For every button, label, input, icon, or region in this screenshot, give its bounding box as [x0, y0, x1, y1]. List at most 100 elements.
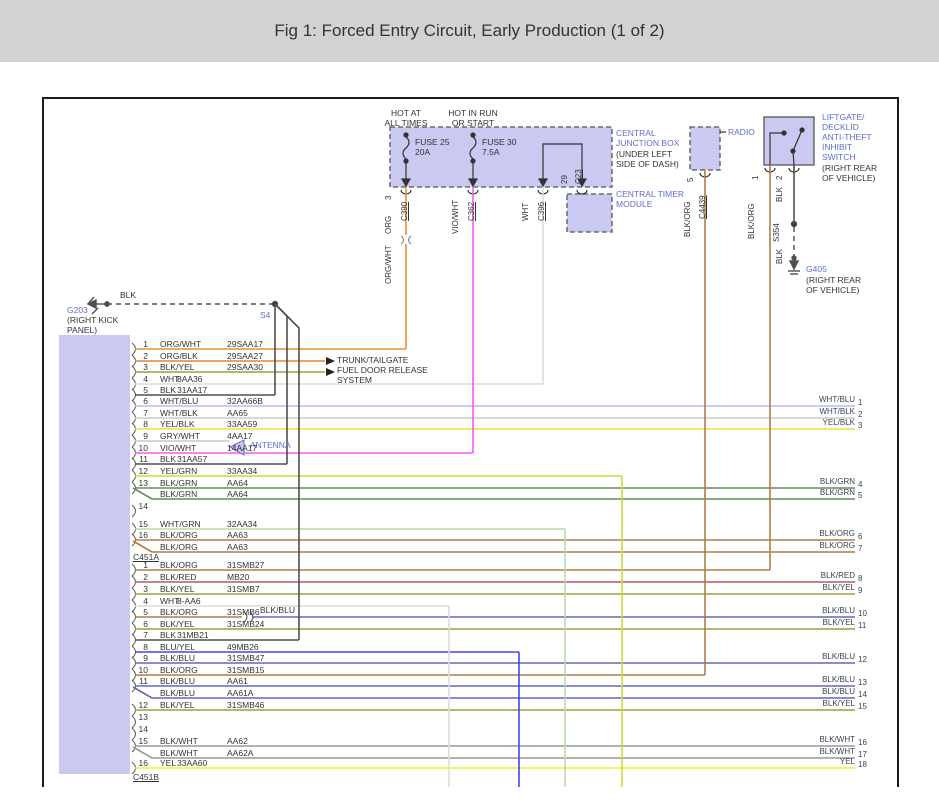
figure-title: Fig 1: Forced Entry Circuit, Early Produ…	[274, 21, 664, 41]
connector-label-c23: C23	[574, 169, 584, 184]
wire-color-label: BLK/BLU	[160, 653, 195, 663]
pin-number: 8	[132, 419, 148, 429]
wire-color-label: BLK/ORG	[160, 542, 198, 552]
wire-color-label: BLK/YEL	[160, 619, 195, 629]
wire-circuit-label: AA63	[227, 530, 248, 540]
wire-circuit-label: 31SMB7	[227, 584, 260, 594]
wire-circuit-label: 31SMB6	[227, 607, 260, 617]
wire-color-label: YEL	[160, 758, 176, 768]
edge-wire-number: 9	[858, 586, 862, 596]
liftgate-pin2: 2	[775, 176, 785, 180]
liftgate-location: OF VEHICLE)	[822, 173, 875, 183]
wire-color-label: YEL/BLK	[160, 419, 195, 429]
wire-circuit-label: 31AA57	[177, 454, 207, 464]
wire-color-label: BLK/WHT	[160, 736, 198, 746]
edge-wire-label: BLK/ORG	[745, 529, 855, 539]
edge-wire-number: 6	[858, 532, 862, 542]
edge-wire-number: 15	[858, 702, 867, 712]
pin-number: 12	[132, 466, 148, 476]
pin-number: 14	[132, 501, 148, 511]
edge-wire-number: 3	[858, 421, 862, 431]
power-source-label: OR START	[441, 118, 505, 128]
pin-number: 4	[132, 374, 148, 384]
wire-color-label: GRY/WHT	[160, 431, 200, 441]
wire-color-label: BLK	[160, 454, 176, 464]
edge-wire-number: 2	[858, 410, 862, 420]
wire-circuit-label: 29SAA30	[227, 362, 263, 372]
fuse25-name: FUSE 25	[415, 137, 450, 147]
wire-color-label: BLK/WHT	[160, 748, 198, 758]
wire-color-label: ORG/WHT	[160, 339, 201, 349]
wire-color-label: BLK	[160, 385, 176, 395]
wire-circuit-label: AA64	[227, 478, 248, 488]
wire-color-label: WHT/BLK	[160, 408, 198, 418]
g203-location: PANEL)	[67, 325, 97, 335]
wire-circuit-label: 14AA17	[227, 443, 257, 453]
edge-wire-label: WHT/BLU	[745, 395, 855, 405]
edge-wire-number: 4	[858, 480, 862, 490]
liftgate-name: DECKLID	[822, 122, 859, 132]
wire-circuit-label: 4AA17	[227, 431, 253, 441]
g203-location: (RIGHT KICK	[67, 315, 118, 325]
wire-circuit-label: 8AA36	[177, 374, 203, 384]
connector-label-c4439: C4439	[698, 195, 708, 219]
pin-number: 15	[132, 519, 148, 529]
wire-color-label: BLK/YEL	[160, 584, 195, 594]
pin-number: 16	[132, 758, 148, 768]
power-source-label: ALL TIMES	[374, 118, 438, 128]
pin-number: 3	[132, 584, 148, 594]
wire-circuit-label: 33AA59	[227, 419, 257, 429]
wire-name-vio-wht: VIO/WHT	[451, 200, 461, 234]
cjb-name: CENTRAL	[616, 128, 656, 138]
edge-wire-number: 17	[858, 750, 867, 760]
pin-number: 1	[132, 339, 148, 349]
wire-color-label: VIO/WHT	[160, 443, 196, 453]
edge-wire-label: BLK/BLU	[745, 675, 855, 685]
edge-wire-number: 16	[858, 738, 867, 748]
liftgate-location: (RIGHT REAR	[822, 163, 877, 173]
wire-color-label: BLK/YEL	[160, 362, 195, 372]
wire-circuit-label: 31SMB46	[227, 700, 264, 710]
wire-circuit-label: AA61A	[227, 688, 253, 698]
pin-number: 5	[132, 607, 148, 617]
wire-circuit-label: 31MB21	[177, 630, 209, 640]
wire-circuit-label: AA63	[227, 542, 248, 552]
cjb-location: (UNDER LEFT	[616, 149, 672, 159]
ctm-name: MODULE	[616, 199, 652, 209]
wire-color-label: BLK/RED	[160, 572, 196, 582]
edge-wire-number: 11	[858, 621, 866, 631]
wire-color-label: BLK/GRN	[160, 478, 197, 488]
pin-number: 11	[132, 454, 148, 464]
connector-label-c390: C390	[400, 202, 410, 221]
pin-number: 8	[132, 642, 148, 652]
edge-wire-number: 12	[858, 655, 867, 665]
edge-wire-label: WHT/BLK	[745, 407, 855, 417]
wire-name-liftgate-blk-org: BLK/ORG	[747, 203, 757, 239]
edge-wire-label: BLK/YEL	[745, 699, 855, 709]
edge-wire-number: 8	[858, 574, 862, 584]
page: Fig 1: Forced Entry Circuit, Early Produ…	[0, 0, 939, 802]
connector-label-c451b: C451B	[133, 772, 159, 782]
edge-wire-label: YEL/BLK	[745, 418, 855, 428]
fuse30-name: FUSE 30	[482, 137, 517, 147]
pin-number: 9	[132, 653, 148, 663]
wire-color-label: BLK	[160, 630, 176, 640]
wire-circuit-label: AA65	[227, 408, 248, 418]
ctm-name: CENTRAL TIMER	[616, 189, 684, 199]
wire-name-g203-blk: BLK	[120, 290, 136, 300]
pin-number: 6	[132, 396, 148, 406]
pin-number: 12	[132, 700, 148, 710]
release-system-note: TRUNK/TAILGATE	[337, 355, 408, 365]
liftgate-name: SWITCH	[822, 152, 856, 162]
wire-color-label: BLK/GRN	[160, 489, 197, 499]
pin-number: 13	[132, 478, 148, 488]
pin-number: 13	[132, 712, 148, 722]
wire-name-radio-blk-org: BLK/ORG	[683, 201, 693, 237]
connector-label-c396: C396	[537, 202, 547, 221]
wire-circuit-label: 8-AA6	[177, 596, 201, 606]
wire-circuit-label: 31AA17	[177, 385, 207, 395]
edge-wire-label: BLK/WHT	[745, 735, 855, 745]
pin-number: 4	[132, 596, 148, 606]
wire-color-label: ORG/BLK	[160, 351, 198, 361]
cjb-location: SIDE OF DASH)	[616, 159, 679, 169]
